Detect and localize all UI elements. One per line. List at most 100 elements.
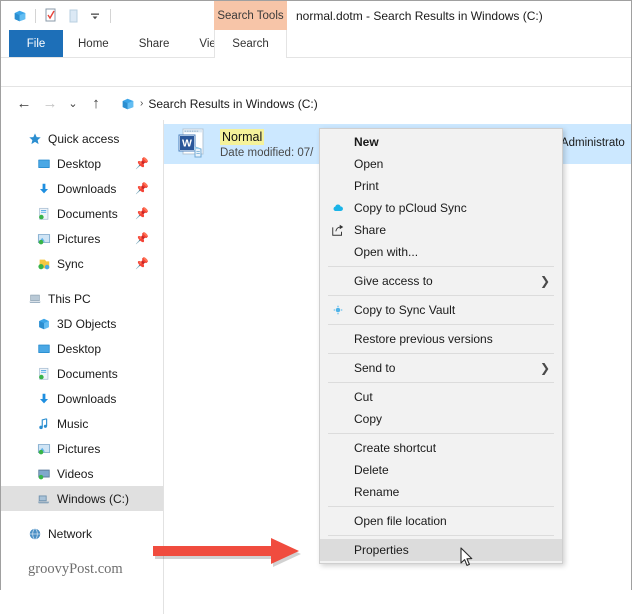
sidebar-item-downloads[interactable]: Downloads 📌 (1, 176, 163, 201)
tab-share-label: Share (138, 37, 170, 50)
explorer-icon[interactable] (9, 5, 31, 27)
sidebar-item-videos[interactable]: Videos (1, 461, 163, 486)
sidebar-item-sync[interactable]: Sync 📌 (1, 251, 163, 276)
ribbon-collapsed-body (1, 58, 631, 87)
sidebar-group-quick-access[interactable]: Quick access (1, 126, 163, 151)
word-template-icon: W (177, 127, 211, 161)
sidebar-item-documents[interactable]: Documents 📌 (1, 201, 163, 226)
back-button[interactable]: ← (11, 91, 37, 117)
sidebar-item-pictures[interactable]: Pictures 📌 (1, 226, 163, 251)
star-icon (26, 130, 43, 147)
sidebar-group-this-pc[interactable]: This PC (1, 286, 163, 311)
context-menu-item-copy-to-sync-vault-label: Copy to Sync Vault (354, 303, 456, 317)
context-menu-item-copy-to-pcloud-sync[interactable]: Copy to pCloud Sync (320, 197, 562, 219)
context-menu-item-new-label: New (354, 135, 379, 149)
music-icon (35, 415, 52, 432)
sidebar-item-downloads-pc[interactable]: Downloads (1, 386, 163, 411)
context-menu-item-give-access-to[interactable]: Give access to ❯ (320, 270, 562, 292)
contextual-tab-header: Search Tools (214, 1, 287, 30)
documents-icon (35, 205, 52, 222)
sidebar-item-windows-c[interactable]: Windows (C:) (1, 486, 163, 511)
chevron-down-icon: ⌄ (68, 98, 78, 110)
window-title-text: normal.dotm - Search Results in Windows … (296, 8, 543, 23)
downloads-icon (35, 390, 52, 407)
pin-icon[interactable]: 📌 (135, 182, 149, 195)
explorer-breadcrumb-icon (121, 97, 135, 111)
context-menu-item-send-to[interactable]: Send to ❯ (320, 357, 562, 379)
sidebar-item-pictures-pc-label: Pictures (57, 441, 101, 456)
new-folder-icon[interactable] (62, 5, 84, 27)
context-menu-separator (328, 506, 554, 507)
sidebar-item-documents-pc-label: Documents (57, 366, 118, 381)
context-menu-item-open-with[interactable]: Open with... (320, 241, 562, 263)
ribbon-tab-bar: File Home Share View Search (1, 30, 631, 58)
context-menu-item-print[interactable]: Print (320, 175, 562, 197)
tab-home[interactable]: Home (63, 30, 124, 57)
context-menu-item-rename-label: Rename (354, 485, 400, 499)
context-menu-item-new[interactable]: New (320, 131, 562, 153)
desktop-icon (35, 155, 52, 172)
address-bar: ← → ⌄ ↑ › Search Results in Windows (C:) (1, 87, 631, 120)
tab-search[interactable]: Search (214, 30, 287, 58)
context-menu-item-rename[interactable]: Rename (320, 481, 562, 503)
mouse-cursor-icon (460, 547, 475, 574)
pin-icon[interactable]: 📌 (135, 232, 149, 245)
context-menu-item-restore-previous-versions[interactable]: Restore previous versions (320, 328, 562, 350)
sidebar-item-desktop[interactable]: Desktop 📌 (1, 151, 163, 176)
sidebar-group-network[interactable]: Network (1, 521, 163, 546)
context-menu-separator (328, 535, 554, 536)
breadcrumb-path[interactable]: Search Results in Windows (C:) (148, 97, 317, 111)
up-button[interactable]: ↑ (83, 91, 109, 117)
context-menu-item-properties[interactable]: Properties (320, 539, 562, 561)
context-menu-item-copy-to-sync-vault[interactable]: Copy to Sync Vault (320, 299, 562, 321)
sidebar-item-pictures-pc[interactable]: Pictures (1, 436, 163, 461)
customize-dropdown-icon[interactable] (84, 5, 106, 27)
pictures-icon (35, 440, 52, 457)
sidebar-item-documents-pc[interactable]: Documents (1, 361, 163, 386)
sidebar-item-desktop-pc[interactable]: Desktop (1, 336, 163, 361)
context-menu-item-create-shortcut[interactable]: Create shortcut (320, 437, 562, 459)
forward-button[interactable]: → (37, 91, 63, 117)
pin-icon[interactable]: 📌 (135, 257, 149, 270)
context-menu-separator (328, 433, 554, 434)
context-menu-item-open[interactable]: Open (320, 153, 562, 175)
pin-icon[interactable]: 📌 (135, 207, 149, 220)
context-menu-item-open-label: Open (354, 157, 384, 171)
svg-text:W: W (182, 138, 192, 150)
address-input[interactable]: › Search Results in Windows (C:) (115, 92, 631, 115)
pin-icon[interactable]: 📌 (135, 157, 149, 170)
properties-icon[interactable] (40, 5, 62, 27)
navigation-pane: Quick access Desktop 📌 Downloads 📌 Docum… (1, 120, 164, 614)
context-menu-item-delete[interactable]: Delete (320, 459, 562, 481)
tab-file[interactable]: File (9, 30, 63, 57)
3d-objects-icon (35, 315, 52, 332)
context-menu-separator (328, 266, 554, 267)
context-menu-item-create-shortcut-label: Create shortcut (354, 441, 437, 455)
sidebar-item-desktop-label: Desktop (57, 156, 102, 171)
context-menu-item-open-file-location[interactable]: Open file location (320, 510, 562, 532)
context-menu-separator (328, 382, 554, 383)
file-text-block: Normal Date modified: 07/ (220, 129, 313, 159)
tab-share[interactable]: Share (124, 30, 185, 57)
sidebar-item-3d-objects[interactable]: 3D Objects (1, 311, 163, 336)
annotation-arrow-icon (153, 538, 313, 568)
pictures-icon (35, 230, 52, 247)
sidebar-item-3d-objects-label: 3D Objects (57, 316, 117, 331)
videos-icon (35, 465, 52, 482)
sidebar-item-downloads-label: Downloads (57, 181, 117, 196)
sidebar-item-music[interactable]: Music (1, 411, 163, 436)
submenu-chevron-icon: ❯ (539, 361, 550, 375)
recent-locations-button[interactable]: ⌄ (63, 91, 83, 117)
forward-icon: → (42, 95, 58, 112)
documents-icon (35, 365, 52, 382)
context-menu-item-share[interactable]: Share (320, 219, 562, 241)
context-menu-item-copy[interactable]: Copy (320, 408, 562, 430)
sync-vault-icon (328, 304, 348, 316)
file-explorer-window: Search Tools normal.dotm - Search Result… (0, 0, 632, 614)
context-menu-item-print-label: Print (354, 179, 379, 193)
context-menu-item-cut[interactable]: Cut (320, 386, 562, 408)
context-menu-item-restore-previous-versions-label: Restore previous versions (354, 332, 493, 346)
watermark: groovyPost.com (28, 561, 123, 578)
sidebar-item-desktop-pc-label: Desktop (57, 341, 102, 356)
